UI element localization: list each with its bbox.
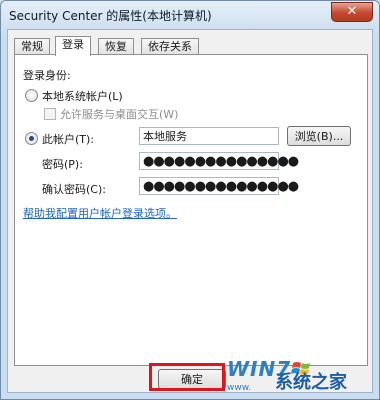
tab-general[interactable]: 常规 — [14, 38, 50, 55]
tab-logon[interactable]: 登录 — [55, 36, 91, 56]
window-title: Security Center 的属性(本地计算机) — [9, 9, 212, 23]
this-account-radio[interactable] — [25, 132, 38, 145]
local-system-radio[interactable] — [25, 89, 38, 102]
confirm-password-label: 确认密码(C): — [42, 183, 106, 196]
desktop-interact-label: 允许服务与桌面交互(W) — [60, 108, 179, 121]
local-system-label[interactable]: 本地系统帐户(L) — [42, 88, 123, 104]
logon-as-label: 登录身份: — [23, 69, 71, 82]
tab-recovery[interactable]: 恢复 — [98, 38, 134, 55]
tab-dependencies[interactable]: 依存关系 — [141, 38, 199, 55]
properties-window: Security Center 的属性(本地计算机) ✕ 常规 登录 恢复 依存… — [0, 0, 380, 400]
help-link[interactable]: 帮助我配置用户帐户登录选项。 — [23, 205, 177, 221]
close-button[interactable]: ✕ — [331, 2, 373, 22]
watermark-name: 系统之家 — [275, 372, 347, 393]
account-input[interactable]: 本地服务 — [139, 127, 279, 145]
title-bar: Security Center 的属性(本地计算机) ✕ — [1, 1, 379, 29]
password-label: 密码(P): — [42, 158, 83, 171]
logon-panel: 登录身份: 本地系统帐户(L) 允许服务与桌面交互(W) 此帐户(T): 本地服… — [14, 54, 368, 366]
desktop-interact-checkbox — [44, 108, 56, 120]
password-field[interactable]: ●●●●●●●●●●●●●●● — [139, 152, 299, 170]
watermark-site: www. — [227, 383, 252, 393]
dialog-client-area: 常规 登录 恢复 依存关系 登录身份: 本地系统帐户(L) 允许服务与桌面交互(… — [7, 29, 373, 393]
this-account-label[interactable]: 此帐户(T): — [42, 131, 94, 147]
ok-button-highlight — [149, 363, 225, 391]
browse-button[interactable]: 浏览(B)... — [287, 126, 351, 146]
watermark: WIN7 www. 系统之家 — [227, 357, 377, 397]
confirm-password-field[interactable]: ●●●●●●●●●●●●●●● — [139, 177, 299, 195]
